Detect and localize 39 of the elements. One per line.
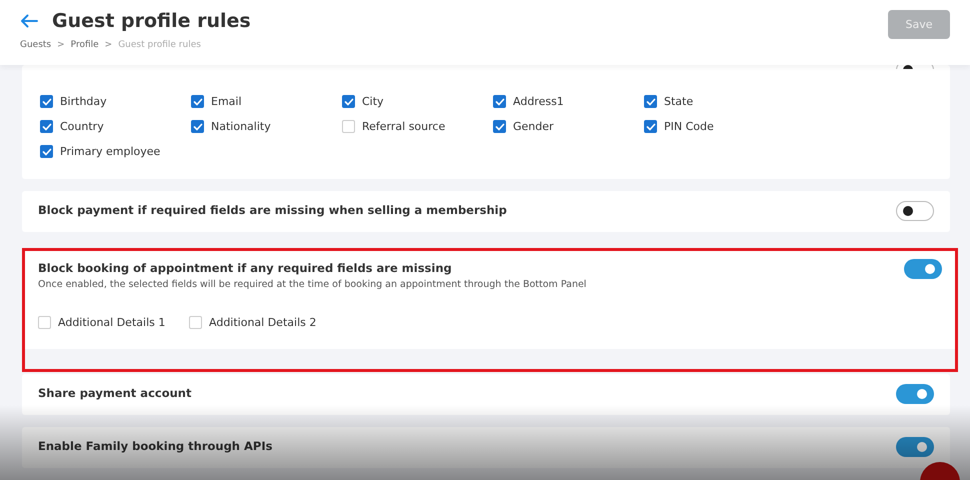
checkbox-label: Birthday (60, 95, 107, 108)
checkbox-label: Additional Details 2 (209, 316, 316, 329)
setting-description: Once enabled, the selected fields will be required at the time of booking an appointment through the Bottom Panel (38, 279, 586, 290)
breadcrumb-separator: > (57, 40, 65, 50)
page-title: Guest profile rules (52, 10, 251, 32)
checkbox[interactable] (644, 120, 657, 133)
checkbox-label: Address1 (513, 95, 564, 108)
toggle-switch[interactable] (896, 437, 934, 457)
checkbox[interactable] (493, 95, 506, 108)
breadcrumb-separator: > (104, 40, 112, 50)
checkbox-label: PIN Code (664, 120, 714, 133)
breadcrumb-link[interactable]: Profile (70, 40, 99, 50)
checkbox-label: State (664, 95, 694, 108)
checkbox-label: Email (211, 95, 242, 108)
checkbox-label: Country (60, 120, 104, 133)
back-arrow-icon[interactable] (20, 14, 38, 28)
setting-title: Block payment if required fields are missing when selling a membership (38, 202, 507, 217)
toggle-switch[interactable] (904, 259, 942, 279)
checkbox[interactable] (342, 95, 355, 108)
checkbox[interactable] (40, 95, 53, 108)
checkbox-label: Additional Details 1 (58, 316, 166, 329)
checkbox-label: Referral source (362, 120, 446, 133)
setting-title: Enable Family booking through APIs (38, 438, 272, 453)
checkbox[interactable] (40, 120, 53, 133)
checkbox-label: Gender (513, 120, 554, 133)
checkbox[interactable] (644, 95, 657, 108)
setting-title: Block booking of appointment if any required fields are missing (38, 260, 453, 275)
toggle-switch[interactable] (896, 384, 934, 404)
checkbox[interactable] (191, 95, 204, 108)
checkbox[interactable] (191, 120, 204, 133)
checkbox-label: City (362, 95, 384, 108)
toggle-switch[interactable] (896, 65, 934, 69)
breadcrumb-link[interactable]: Guests (20, 40, 52, 50)
toggle-switch[interactable] (896, 201, 934, 221)
checkbox-label: Primary employee (60, 145, 160, 158)
checkbox[interactable] (493, 120, 506, 133)
checkbox[interactable] (40, 145, 53, 158)
checkbox-label: Nationality (211, 120, 271, 133)
setting-title: Share payment account (38, 385, 192, 400)
